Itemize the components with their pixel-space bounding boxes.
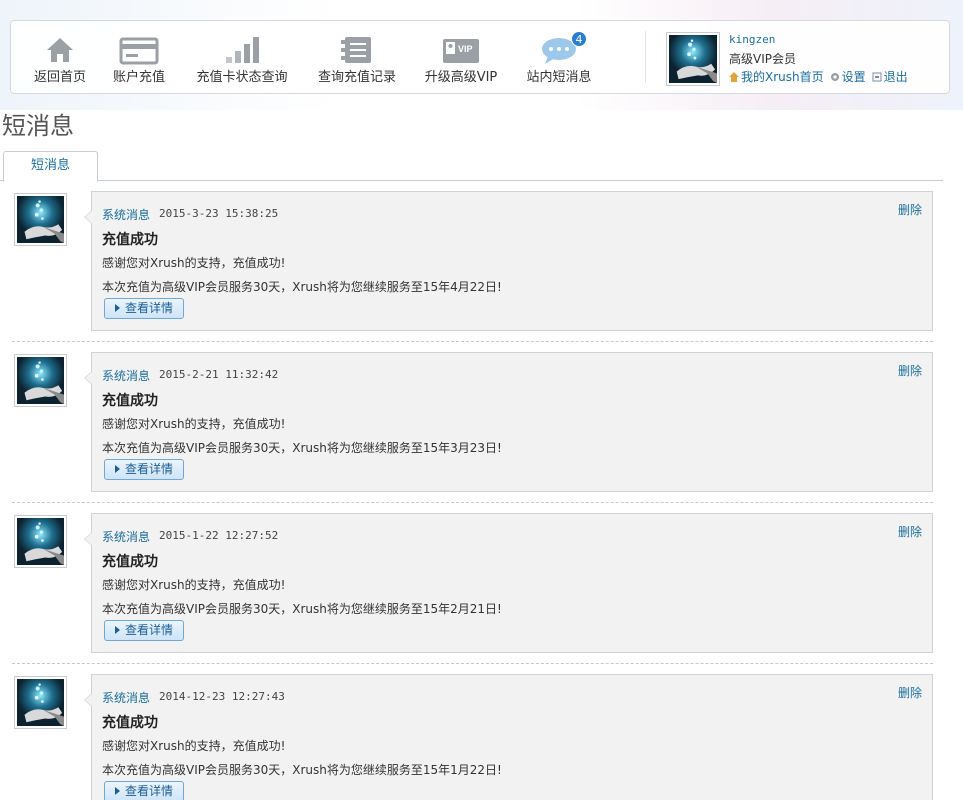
- message-item: 系统消息 2015-2-21 11:32:42 删除 充值成功 感谢您对Xrus…: [12, 352, 933, 492]
- delete-button[interactable]: 删除: [898, 362, 922, 379]
- home-mini-icon: [729, 71, 739, 82]
- view-details-label: 查看详情: [125, 301, 174, 315]
- gear-icon: [830, 71, 840, 81]
- user-level: 高级VIP会员: [729, 52, 796, 66]
- records-icon: [313, 35, 401, 65]
- message-line-1: 感谢您对Xrush的支持，充值成功!: [102, 256, 286, 270]
- view-details-label: 查看详情: [125, 784, 174, 798]
- view-details-button[interactable]: 查看详情: [104, 781, 184, 800]
- play-triangle-icon: [115, 304, 120, 312]
- sender-avatar: [14, 515, 67, 568]
- settings-link[interactable]: 设置: [842, 70, 866, 84]
- message-item: 系统消息 2015-3-23 15:38:25 删除 充值成功 感谢您对Xrus…: [12, 191, 933, 331]
- play-triangle-icon: [115, 787, 120, 795]
- message-bubble: 系统消息 2015-3-23 15:38:25 删除 充值成功 感谢您对Xrus…: [84, 191, 933, 331]
- message-bubble: 系统消息 2014-12-23 12:27:43 删除 充值成功 感谢您对Xru…: [84, 674, 933, 800]
- nav-recharge[interactable]: 账户充值: [109, 35, 169, 85]
- nav-home[interactable]: 返回首页: [31, 35, 89, 85]
- nav-card-status[interactable]: 充值卡状态查询: [192, 35, 292, 85]
- unread-count-badge: 4: [571, 31, 587, 47]
- nav-home-label: 返回首页: [33, 70, 86, 85]
- nav-recharge-label: 账户充值: [112, 70, 165, 85]
- message-time: 2015-2-21 11:32:42: [159, 368, 279, 381]
- nav-messages[interactable]: 4 站内短消息: [521, 31, 597, 85]
- sender-avatar: [14, 354, 67, 407]
- nav-divider: [645, 31, 646, 83]
- message-item: 系统消息 2015-1-22 12:27:52 删除 充值成功 感谢您对Xrus…: [12, 513, 933, 653]
- message-subject: 充值成功: [102, 393, 158, 409]
- message-subject: 充值成功: [102, 715, 158, 731]
- message-subject: 充值成功: [102, 554, 158, 570]
- message-separator: [12, 341, 933, 342]
- message-time: 2014-12-23 12:27:43: [159, 690, 285, 703]
- message-sender[interactable]: 系统消息: [102, 367, 150, 384]
- delete-button[interactable]: 删除: [898, 523, 922, 540]
- nav-card-status-label: 充值卡状态查询: [196, 70, 288, 85]
- message-line-2: 本次充值为高级VIP会员服务30天，Xrush将为您继续服务至15年2月21日!: [102, 602, 502, 616]
- user-avatar[interactable]: [666, 32, 720, 86]
- signal-bars-icon: [192, 35, 292, 65]
- tab-messages[interactable]: 短消息: [3, 151, 98, 182]
- sender-avatar: [14, 193, 67, 246]
- view-details-label: 查看详情: [125, 462, 174, 476]
- message-bubble: 系统消息 2015-2-21 11:32:42 删除 充值成功 感谢您对Xrus…: [84, 352, 933, 492]
- view-details-button[interactable]: 查看详情: [104, 459, 184, 480]
- message-time: 2015-3-23 15:38:25: [159, 207, 279, 220]
- message-separator: [12, 663, 933, 664]
- message-bubble: 系统消息 2015-1-22 12:27:52 删除 充值成功 感谢您对Xrus…: [84, 513, 933, 653]
- message-time: 2015-1-22 12:27:52: [159, 529, 279, 542]
- play-triangle-icon: [115, 626, 120, 634]
- message-sender[interactable]: 系统消息: [102, 528, 150, 545]
- nav-upgrade-vip[interactable]: VIP 升级高级VIP: [419, 35, 503, 85]
- logout-icon: [872, 71, 882, 82]
- user-links: 我的Xrush首页 设置 退出: [729, 68, 914, 85]
- play-triangle-icon: [115, 465, 120, 473]
- sender-avatar: [14, 676, 67, 729]
- message-subject: 充值成功: [102, 232, 158, 248]
- vip-icon: VIP: [419, 35, 503, 65]
- view-details-button[interactable]: 查看详情: [104, 620, 184, 641]
- view-details-label: 查看详情: [125, 623, 174, 637]
- message-line-1: 感谢您对Xrush的支持，充值成功!: [102, 739, 286, 753]
- message-item: 系统消息 2014-12-23 12:27:43 删除 充值成功 感谢您对Xru…: [12, 674, 933, 800]
- logout-link[interactable]: 退出: [884, 70, 908, 84]
- home-icon: [31, 35, 89, 65]
- message-separator: [12, 502, 933, 503]
- card-icon: [109, 35, 169, 65]
- nav-recharge-records-label: 查询充值记录: [317, 70, 396, 85]
- page-title: 短消息: [2, 112, 74, 140]
- my-home-link[interactable]: 我的Xrush首页: [741, 70, 824, 84]
- top-navigation: 返回首页 账户充值 充值卡状态查询 查询充值记录 VIP 升级高级VIP 4 站…: [10, 20, 950, 94]
- view-details-button[interactable]: 查看详情: [104, 298, 184, 319]
- user-name[interactable]: kingzen: [729, 33, 775, 46]
- message-line-2: 本次充值为高级VIP会员服务30天，Xrush将为您继续服务至15年4月22日!: [102, 280, 502, 294]
- message-line-1: 感谢您对Xrush的支持，充值成功!: [102, 578, 286, 592]
- message-line-2: 本次充值为高级VIP会员服务30天，Xrush将为您继续服务至15年3月23日!: [102, 441, 502, 455]
- message-sender[interactable]: 系统消息: [102, 689, 150, 706]
- message-sender[interactable]: 系统消息: [102, 206, 150, 223]
- message-line-2: 本次充值为高级VIP会员服务30天，Xrush将为您继续服务至15年1月22日!: [102, 763, 502, 777]
- nav-messages-label: 站内短消息: [526, 70, 592, 85]
- svg-text:VIP: VIP: [458, 44, 473, 54]
- nav-upgrade-vip-label: 升级高级VIP: [424, 70, 498, 85]
- delete-button[interactable]: 删除: [898, 684, 922, 701]
- message-line-1: 感谢您对Xrush的支持，充值成功!: [102, 417, 286, 431]
- delete-button[interactable]: 删除: [898, 201, 922, 218]
- nav-recharge-records[interactable]: 查询充值记录: [313, 35, 401, 85]
- tab-bar: 短消息: [0, 150, 943, 182]
